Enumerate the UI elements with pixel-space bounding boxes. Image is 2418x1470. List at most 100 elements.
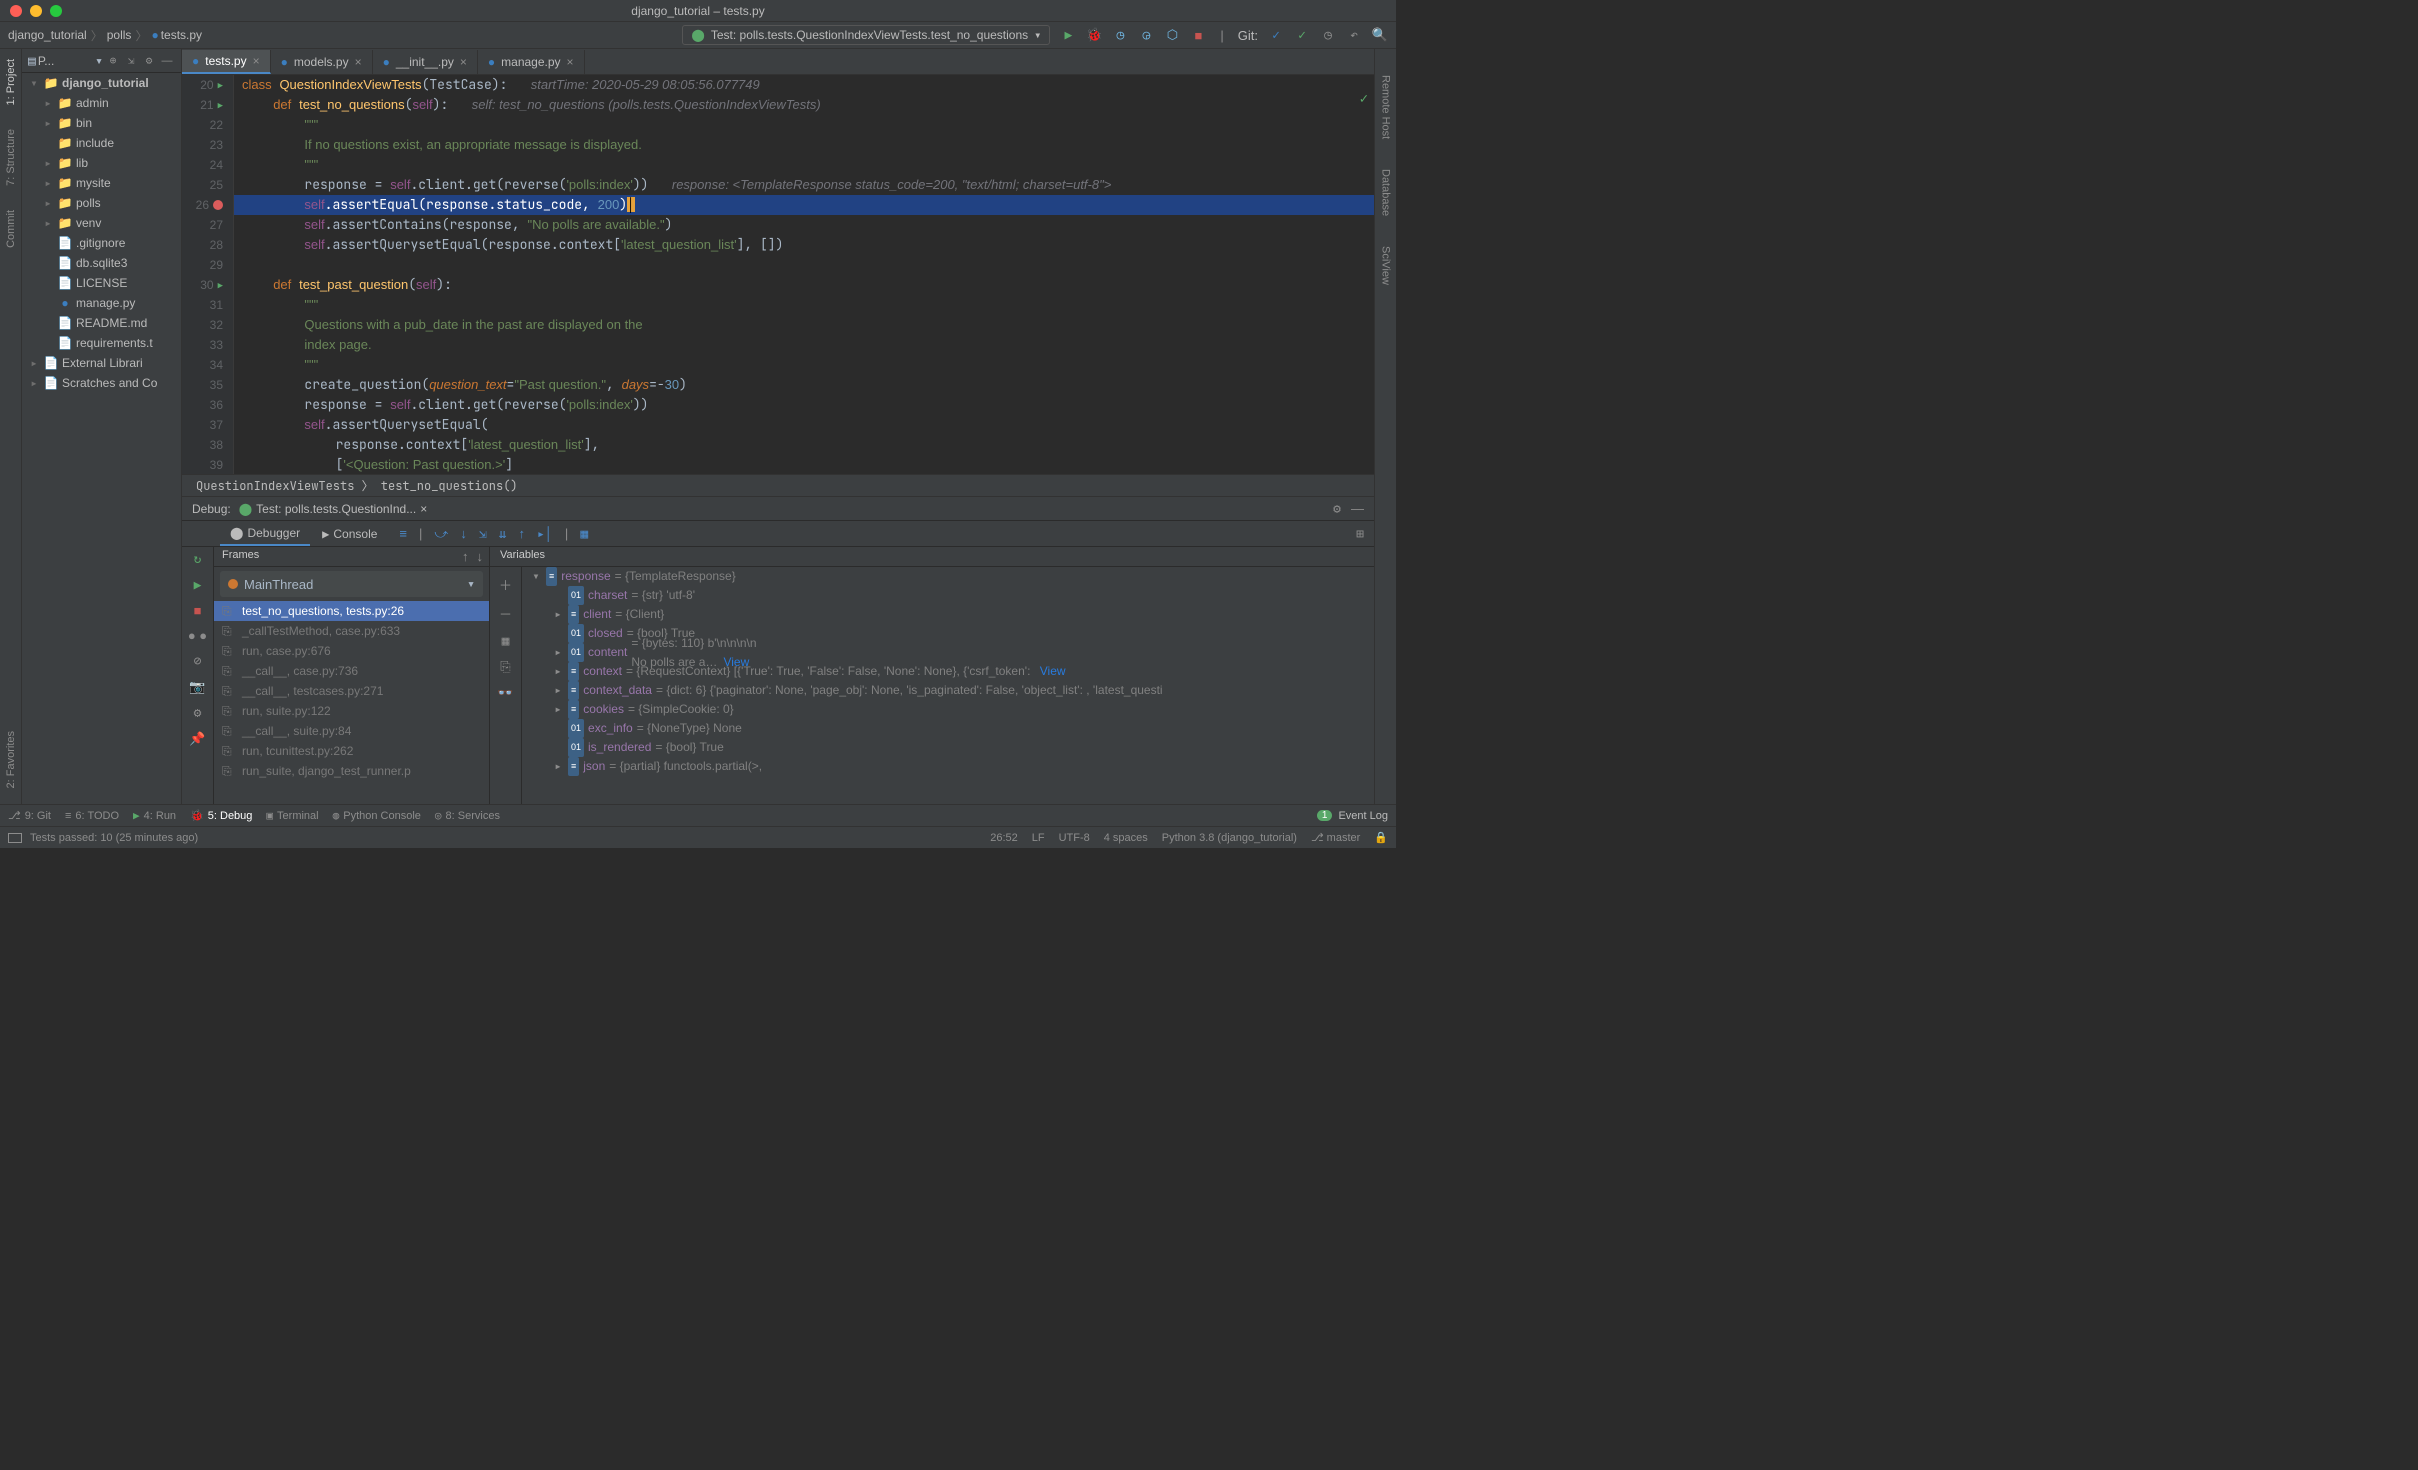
breadcrumb[interactable]: django_tutorial〉 polls〉 ●tests.py xyxy=(8,27,202,44)
crumb-2[interactable]: tests.py xyxy=(161,28,202,42)
run-icon[interactable]: ▶ xyxy=(1060,27,1076,43)
frame-row[interactable]: ⎘run, suite.py:122 xyxy=(214,701,489,721)
step-into-icon[interactable]: ↓ xyxy=(460,526,467,542)
coverage-icon[interactable]: ◷ xyxy=(1112,27,1128,43)
variable-row[interactable]: 01 exc_info = {NoneType} None xyxy=(522,719,1374,738)
code-line[interactable]: self.assertEqual(response.status_code, 2… xyxy=(234,195,1374,215)
target-icon[interactable]: ⊕ xyxy=(105,54,121,67)
remove-watch-icon[interactable]: － xyxy=(499,604,512,623)
pin-icon[interactable]: 📌 xyxy=(189,731,205,747)
run-to-cursor-icon[interactable]: ▸│ xyxy=(537,526,553,542)
tw-run[interactable]: ▶4: Run xyxy=(133,809,176,822)
code-line[interactable]: def test_past_question(self): xyxy=(234,275,1374,295)
editor-tab[interactable]: ●__init__.py× xyxy=(373,50,478,74)
editor-tab[interactable]: ●manage.py× xyxy=(478,50,585,74)
settings-icon[interactable]: ⚙ xyxy=(194,705,202,721)
profile-icon[interactable]: ◶ xyxy=(1138,27,1154,43)
evaluate-icon[interactable]: ▦ xyxy=(580,526,588,542)
stripe-commit[interactable]: Commit xyxy=(5,204,17,254)
code-line[interactable]: index page. xyxy=(234,335,1374,355)
glasses-icon[interactable]: 👓 xyxy=(497,685,513,701)
close-icon[interactable]: × xyxy=(253,54,260,68)
maximize-icon[interactable] xyxy=(50,5,62,17)
stripe-database[interactable]: Database xyxy=(1380,163,1392,222)
tree-item[interactable]: ▸📁venv xyxy=(22,213,181,233)
tree-item[interactable]: 📄.gitignore xyxy=(22,233,181,253)
stop-icon[interactable]: ■ xyxy=(1190,27,1206,43)
stripe-project[interactable]: 1: Project xyxy=(5,53,17,111)
debug-icon[interactable]: 🐞 xyxy=(1086,27,1102,43)
tw-terminal[interactable]: ▣Terminal xyxy=(266,809,318,822)
tab-debugger[interactable]: ⬤Debugger xyxy=(220,522,310,546)
tw-services[interactable]: ◎8: Services xyxy=(435,809,500,822)
step-into-my-icon[interactable]: ⇲ xyxy=(479,526,487,542)
frames-list[interactable]: ⎘test_no_questions, tests.py:26⎘_callTes… xyxy=(214,601,489,804)
git-branch[interactable]: ⎇ master xyxy=(1311,831,1360,844)
git-history-icon[interactable]: ◷ xyxy=(1320,27,1336,43)
code-line[interactable]: def test_no_questions(self): self: test_… xyxy=(234,95,1374,115)
tree-item[interactable]: ▸📁admin xyxy=(22,93,181,113)
project-tree[interactable]: ▾📁django_tutorial▸📁admin▸📁bin📁include▸📁l… xyxy=(22,73,181,804)
tree-item[interactable]: 📁include xyxy=(22,133,181,153)
step-bar-icon[interactable]: ≡ xyxy=(399,526,407,542)
gear-icon[interactable]: ⚙ xyxy=(141,54,157,67)
debug-session-tab[interactable]: ⬤Test: polls.tests.QuestionInd... × xyxy=(239,502,428,516)
window-controls[interactable] xyxy=(10,5,62,17)
stop-icon[interactable]: ■ xyxy=(194,603,202,618)
step-out-icon[interactable]: ↑ xyxy=(518,526,525,542)
code-line[interactable] xyxy=(234,255,1374,275)
indent[interactable]: 4 spaces xyxy=(1104,832,1148,844)
tree-item[interactable]: ▸📁polls xyxy=(22,193,181,213)
variable-row[interactable]: ▸≡ context = {RequestContext} [{'True': … xyxy=(522,662,1374,681)
resume-icon[interactable]: ▶ xyxy=(194,577,202,593)
array-icon[interactable]: ▦ xyxy=(502,633,510,649)
frame-row[interactable]: ⎘_callTestMethod, case.py:633 xyxy=(214,621,489,641)
event-log[interactable]: Event Log xyxy=(1338,810,1388,822)
variable-row[interactable]: ▸≡ client = {Client} xyxy=(522,605,1374,624)
crumb-1[interactable]: polls xyxy=(107,28,132,42)
frame-row[interactable]: ⎘__call__, case.py:736 xyxy=(214,661,489,681)
tree-item[interactable]: ▸📁bin xyxy=(22,113,181,133)
copy-icon[interactable]: ⎘ xyxy=(500,659,510,675)
stripe-structure[interactable]: 7: Structure xyxy=(5,123,17,192)
tw-git[interactable]: ⎇9: Git xyxy=(8,809,51,822)
context-breadcrumb[interactable]: QuestionIndexViewTests 〉 test_no_questio… xyxy=(182,474,1374,496)
tab-console[interactable]: ▶Console xyxy=(312,523,387,545)
editor-tab[interactable]: ●tests.py× xyxy=(182,50,271,74)
tw-pyconsole[interactable]: ◍Python Console xyxy=(333,809,421,822)
code-line[interactable]: response = self.client.get(reverse('poll… xyxy=(234,395,1374,415)
caret-pos[interactable]: 26:52 xyxy=(990,832,1018,844)
git-rollback-icon[interactable]: ↶ xyxy=(1346,27,1362,43)
close-icon[interactable] xyxy=(10,5,22,17)
lock-icon[interactable]: 🔒 xyxy=(1374,831,1388,844)
code-line[interactable]: """ xyxy=(234,155,1374,175)
close-icon[interactable]: × xyxy=(460,55,467,69)
code-body[interactable]: class QuestionIndexViewTests(TestCase): … xyxy=(234,75,1374,474)
tree-item[interactable]: ▸📄External Librari xyxy=(22,353,181,373)
line-sep[interactable]: LF xyxy=(1032,832,1045,844)
interpreter[interactable]: Python 3.8 (django_tutorial) xyxy=(1162,832,1297,844)
close-icon[interactable]: × xyxy=(420,502,427,516)
gear-icon[interactable]: ⚙ xyxy=(1333,501,1341,517)
tree-item[interactable]: ▾📁django_tutorial xyxy=(22,73,181,93)
variable-row[interactable]: ▾≡ response = {TemplateResponse} xyxy=(522,567,1374,586)
encoding[interactable]: UTF-8 xyxy=(1059,832,1090,844)
layout-icon[interactable]: ⊞ xyxy=(1356,526,1364,542)
variables-list[interactable]: ▾≡ response = {TemplateResponse} 01 char… xyxy=(522,567,1374,804)
crumb-0[interactable]: django_tutorial xyxy=(8,28,87,42)
tree-item[interactable]: ▸📁lib xyxy=(22,153,181,173)
hide-icon[interactable]: — xyxy=(159,55,175,67)
toolwin-quick-icon[interactable] xyxy=(8,833,22,843)
frame-down-icon[interactable]: ↓ xyxy=(477,549,484,564)
add-watch-icon[interactable]: ＋ xyxy=(499,575,512,594)
thread-dump-icon[interactable]: 📷 xyxy=(189,679,205,695)
stripe-remote[interactable]: Remote Host xyxy=(1380,69,1392,145)
frame-row[interactable]: ⎘__call__, testcases.py:271 xyxy=(214,681,489,701)
concurrency-icon[interactable]: ⬡ xyxy=(1164,27,1180,43)
tree-item[interactable]: ▸📁mysite xyxy=(22,173,181,193)
variable-row[interactable]: 01 charset = {str} 'utf-8' xyxy=(522,586,1374,605)
tree-item[interactable]: 📄requirements.t xyxy=(22,333,181,353)
close-icon[interactable]: × xyxy=(355,55,362,69)
code-line[interactable]: class QuestionIndexViewTests(TestCase): … xyxy=(234,75,1374,95)
editor-tab[interactable]: ●models.py× xyxy=(271,50,373,74)
